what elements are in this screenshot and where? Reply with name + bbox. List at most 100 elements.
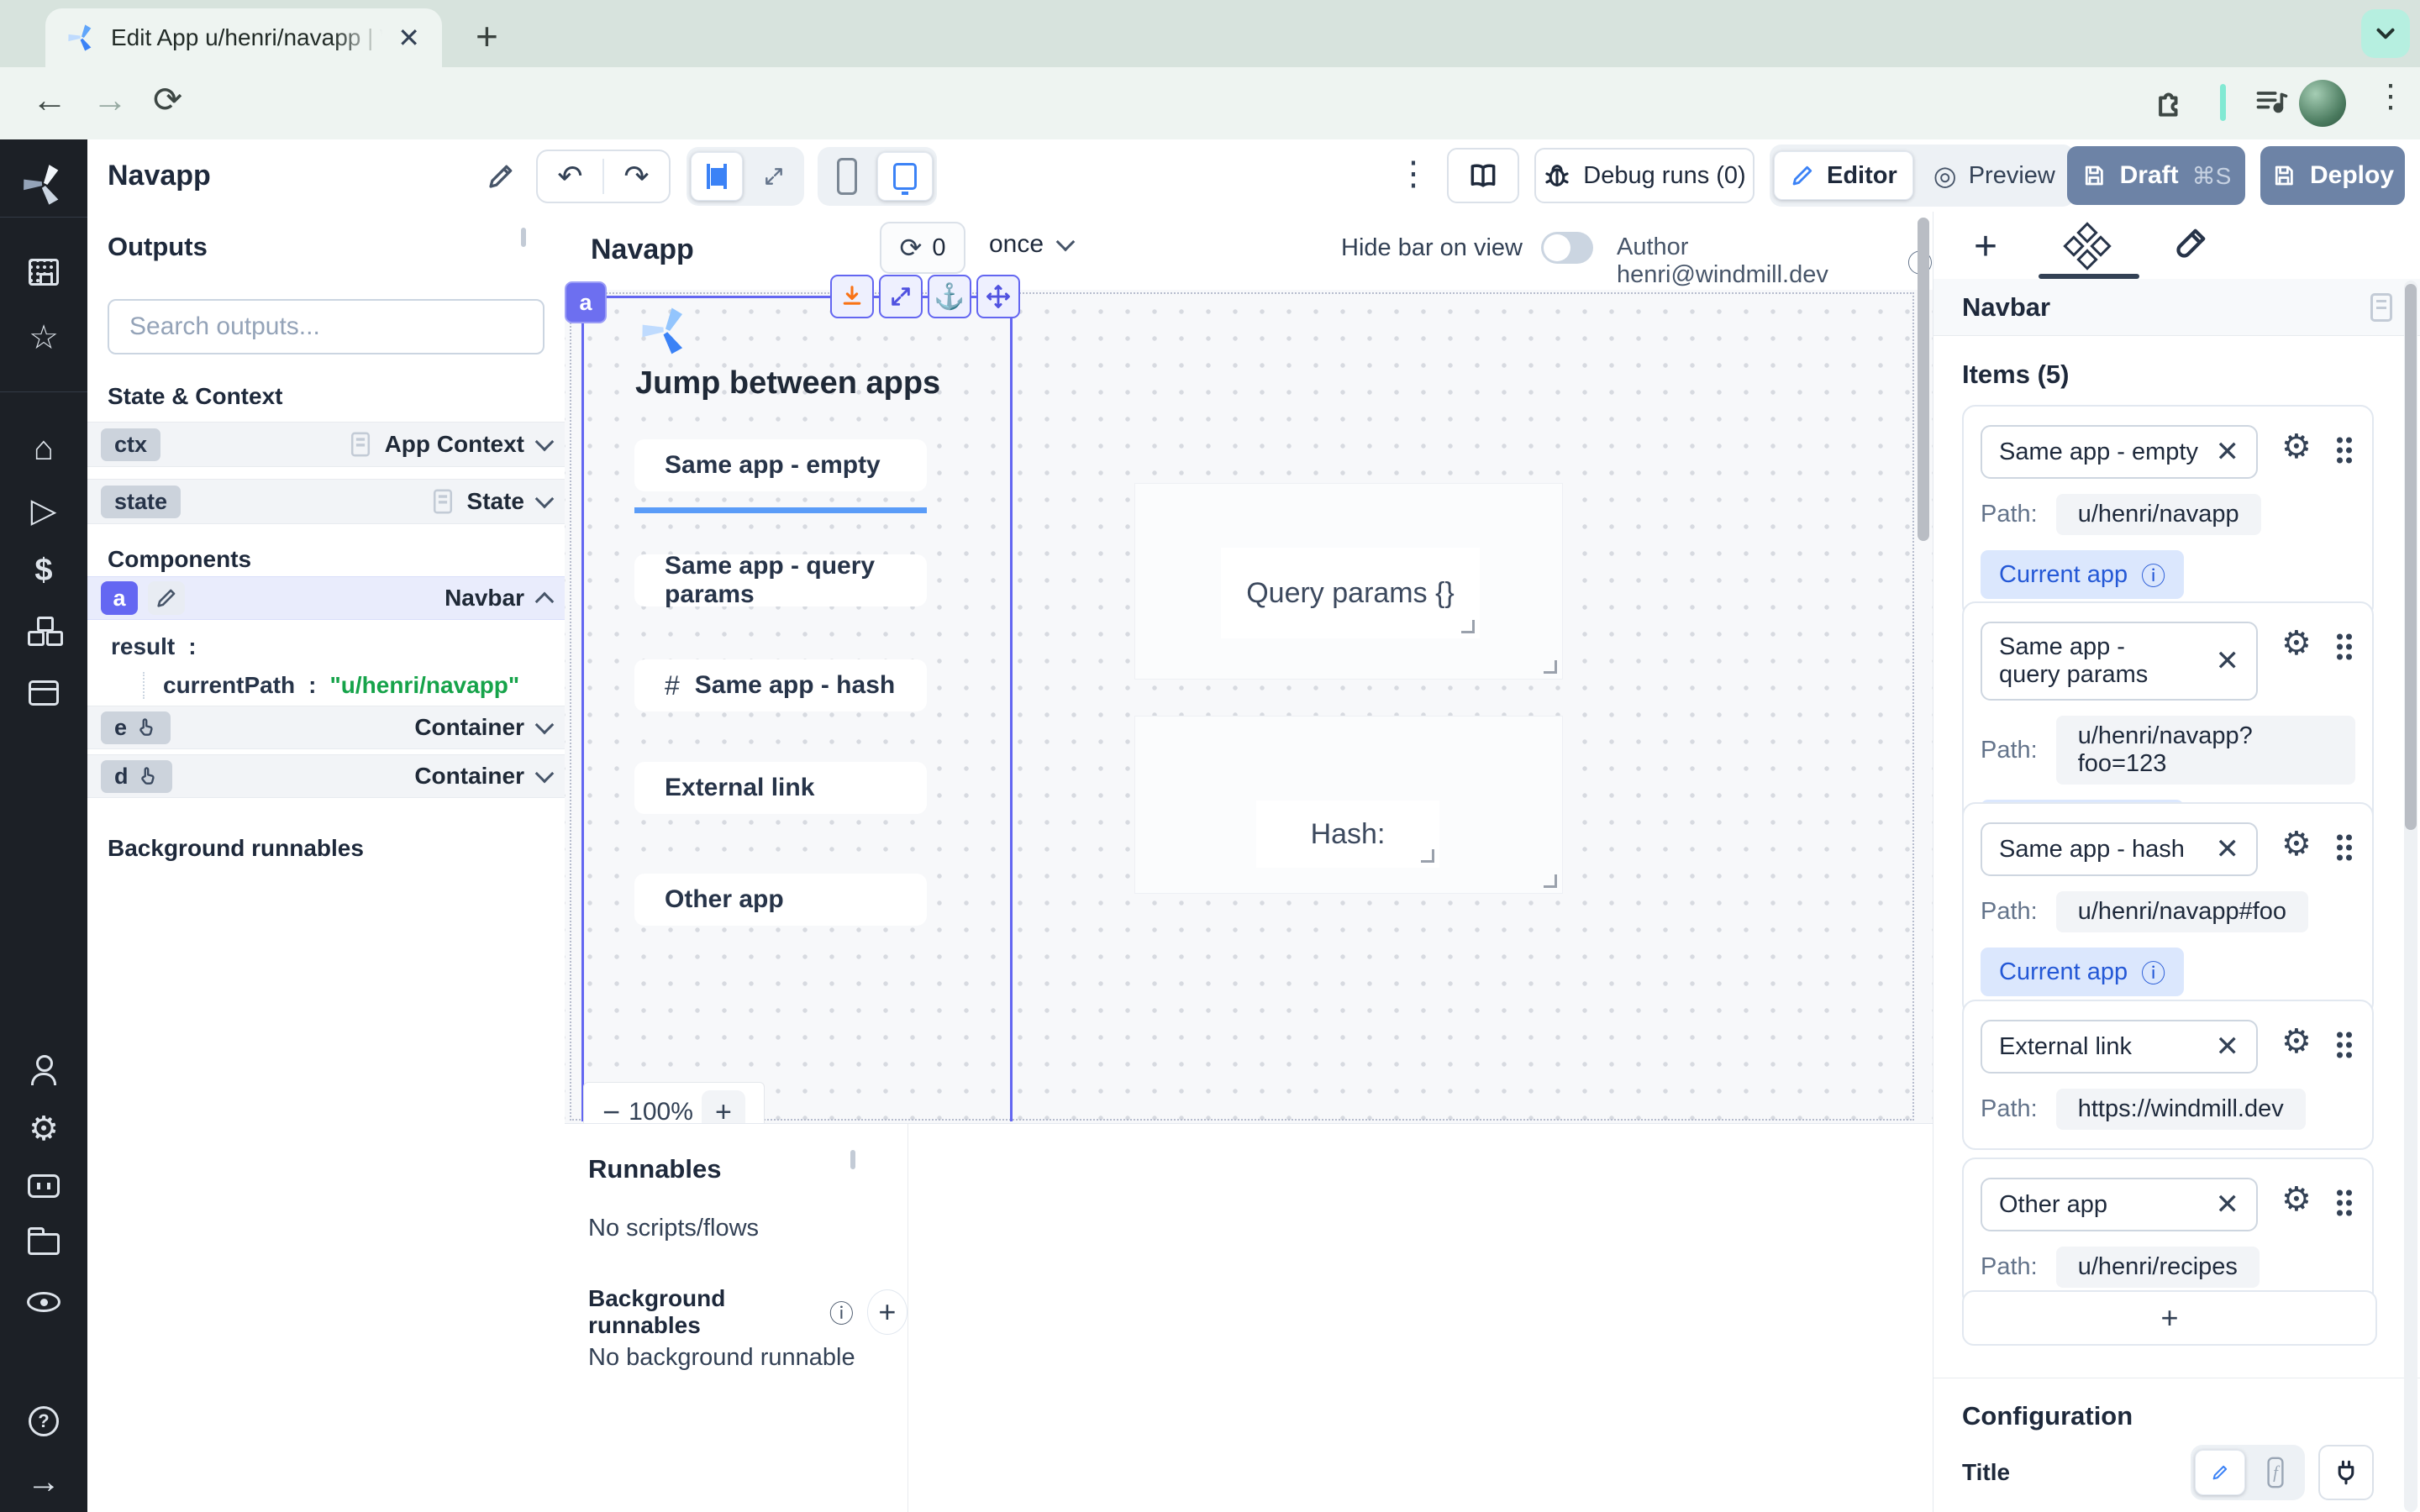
browser-menu-icon[interactable]: ⋮ bbox=[2375, 81, 2407, 113]
panel-scrollbar-track[interactable] bbox=[2404, 281, 2417, 1512]
extensions-icon[interactable] bbox=[2153, 84, 2190, 121]
sidebar-item-favorites[interactable]: ☆ bbox=[0, 321, 87, 354]
debug-runs-button[interactable]: Debug runs (0) bbox=[1534, 148, 1754, 203]
window-chevron-button[interactable] bbox=[2361, 9, 2410, 58]
drag-handle-icon[interactable] bbox=[2335, 1030, 2354, 1060]
navbar-component-row[interactable]: a Navbar bbox=[87, 576, 565, 620]
clear-icon[interactable]: ✕ bbox=[2216, 835, 2240, 864]
gear-icon[interactable]: ⚙ bbox=[2281, 1025, 2312, 1058]
collapse-panel-icon[interactable] bbox=[850, 1150, 855, 1169]
collapse-panel-icon[interactable] bbox=[2370, 293, 2392, 322]
gear-icon[interactable]: ⚙ bbox=[2281, 1183, 2312, 1216]
json-icon[interactable] bbox=[433, 490, 451, 514]
move-component-button[interactable] bbox=[976, 275, 1020, 318]
chevron-down-icon[interactable] bbox=[535, 764, 555, 784]
drag-handle-icon[interactable] bbox=[2335, 435, 2354, 465]
sidebar-expand-button[interactable]: → bbox=[0, 1465, 87, 1499]
drag-handle-icon[interactable] bbox=[2335, 632, 2354, 662]
drag-handle-icon[interactable] bbox=[2335, 1188, 2354, 1218]
mobile-preview-button[interactable] bbox=[822, 152, 872, 201]
nav-item-query-params[interactable]: Same app - query params bbox=[634, 554, 927, 606]
hide-bar-toggle[interactable] bbox=[1541, 232, 1593, 264]
item-label-input[interactable]: Same app - query params ✕ bbox=[1981, 622, 2258, 701]
sidebar-item-resources[interactable] bbox=[0, 617, 87, 647]
tab-close-icon[interactable]: ✕ bbox=[397, 24, 420, 51]
currentpath-key[interactable]: currentPath bbox=[163, 672, 295, 699]
gear-icon[interactable]: ⚙ bbox=[2281, 430, 2312, 464]
item-label-input[interactable]: Same app - hash ✕ bbox=[1981, 822, 2258, 876]
chevron-down-icon[interactable] bbox=[535, 433, 555, 452]
resize-handle[interactable] bbox=[1421, 849, 1434, 863]
profile-avatar[interactable] bbox=[2299, 80, 2346, 127]
sidebar-item-workers[interactable] bbox=[0, 1174, 87, 1198]
rename-app-icon[interactable] bbox=[486, 161, 516, 192]
tab-editor[interactable]: Editor bbox=[1774, 151, 1913, 200]
sidebar-item-help[interactable]: ? bbox=[0, 1406, 87, 1436]
info-icon[interactable]: ⓘ bbox=[2141, 954, 2165, 990]
static-mode-button[interactable] bbox=[2195, 1450, 2245, 1495]
sidebar-item-folders[interactable] bbox=[0, 1226, 87, 1255]
item-label-input[interactable]: External link ✕ bbox=[1981, 1020, 2258, 1074]
chevron-up-icon[interactable] bbox=[535, 592, 555, 612]
clear-icon[interactable]: ✕ bbox=[2216, 647, 2240, 675]
forward-icon[interactable]: → bbox=[92, 82, 128, 118]
gear-icon[interactable]: ⚙ bbox=[2281, 827, 2312, 861]
redo-icon[interactable]: ↷ bbox=[604, 159, 669, 194]
resize-handle[interactable] bbox=[1544, 660, 1557, 674]
info-icon[interactable]: ⓘ bbox=[2141, 557, 2165, 592]
nav-item-same-app-empty[interactable]: Same app - empty bbox=[634, 439, 927, 491]
frequency-dropdown[interactable]: once bbox=[989, 230, 1072, 259]
docs-button[interactable] bbox=[1447, 148, 1519, 203]
item-label-input[interactable]: Same app - empty ✕ bbox=[1981, 425, 2258, 479]
draft-button[interactable]: Draft ⌘S bbox=[2067, 146, 2245, 205]
sidebar-item-workspace[interactable] bbox=[0, 259, 87, 286]
insert-component-tab[interactable]: + bbox=[1974, 223, 1997, 270]
add-item-button[interactable]: + bbox=[1962, 1290, 2377, 1346]
sidebar-item-schedules[interactable] bbox=[0, 680, 87, 706]
more-options-icon[interactable]: ⋮ bbox=[1397, 155, 1430, 193]
nav-item-other-app[interactable]: Other app bbox=[634, 874, 927, 926]
result-key[interactable]: result bbox=[111, 633, 175, 660]
connect-input-button[interactable] bbox=[2318, 1445, 2374, 1500]
hash-container[interactable]: Hash: bbox=[1134, 716, 1563, 894]
styling-tab[interactable] bbox=[2170, 225, 2209, 264]
sidebar-item-audit[interactable] bbox=[0, 1292, 87, 1312]
edit-id-icon[interactable] bbox=[148, 581, 185, 615]
chevron-down-icon[interactable] bbox=[535, 716, 555, 735]
resize-handle[interactable] bbox=[1544, 874, 1557, 888]
component-selection-badge[interactable]: a bbox=[565, 281, 607, 323]
canvas-scrollbar[interactable] bbox=[1918, 218, 1929, 541]
container-e-row[interactable]: e Container bbox=[87, 706, 565, 749]
desktop-preview-button[interactable] bbox=[877, 152, 933, 201]
refresh-button[interactable]: ⟳ 0 bbox=[880, 222, 965, 274]
clear-icon[interactable]: ✕ bbox=[2216, 1190, 2240, 1219]
back-icon[interactable]: ← bbox=[32, 82, 67, 118]
nav-item-external-link[interactable]: External link bbox=[634, 762, 927, 814]
path-value[interactable]: u/henri/navapp#foo bbox=[2056, 891, 2308, 932]
deploy-button[interactable]: Deploy bbox=[2260, 146, 2405, 205]
sidebar-item-variables[interactable]: $ bbox=[0, 553, 87, 589]
drag-handle-icon[interactable] bbox=[2335, 832, 2354, 863]
browser-tab[interactable]: Edit App u/henri/navapp | Win ✕ bbox=[45, 8, 442, 67]
new-tab-button[interactable]: + bbox=[476, 13, 498, 59]
query-params-container[interactable]: Query params {} bbox=[1134, 483, 1563, 680]
reload-icon[interactable]: ⟳ bbox=[153, 82, 182, 118]
item-label-input[interactable]: Other app ✕ bbox=[1981, 1178, 2258, 1231]
nav-item-hash[interactable]: # Same app - hash bbox=[634, 659, 927, 711]
query-params-text[interactable]: Query params {} bbox=[1221, 548, 1480, 638]
json-icon[interactable] bbox=[351, 433, 370, 457]
sidebar-item-users[interactable] bbox=[0, 1055, 87, 1085]
sidebar-item-runs[interactable]: ▷ bbox=[0, 494, 87, 528]
path-value[interactable]: u/henri/recipes bbox=[2056, 1247, 2260, 1288]
media-controls-icon[interactable] bbox=[2254, 84, 2291, 121]
sidebar-item-settings[interactable]: ⚙ bbox=[0, 1112, 87, 1146]
chevron-down-icon[interactable] bbox=[535, 490, 555, 509]
expression-mode-button[interactable]: f bbox=[2250, 1450, 2301, 1495]
search-outputs-input[interactable] bbox=[108, 299, 544, 354]
path-value[interactable]: https://windmill.dev bbox=[2056, 1089, 2306, 1130]
info-icon[interactable]: ⓘ bbox=[829, 1294, 854, 1330]
state-row[interactable]: state State bbox=[87, 479, 565, 524]
anchor-component-button[interactable]: ⚓ bbox=[928, 275, 971, 318]
fullscreen-layout-button[interactable] bbox=[748, 152, 800, 201]
container-d-row[interactable]: d Container bbox=[87, 754, 565, 798]
